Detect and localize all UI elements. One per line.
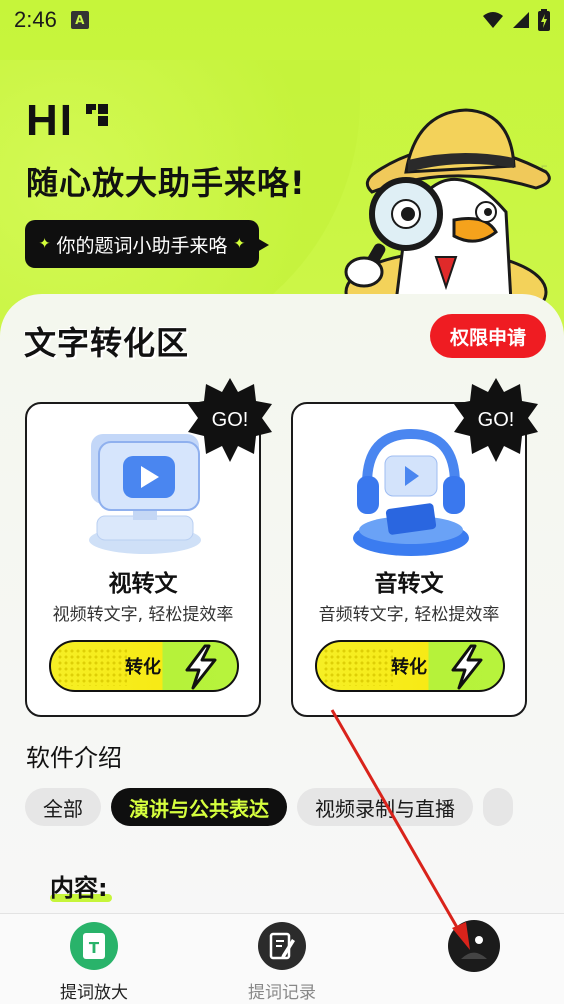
content-label: 内容: xyxy=(50,874,108,902)
tab-speech[interactable]: 演讲与公共表达 xyxy=(111,788,287,826)
nav-label: 提词放大 xyxy=(60,983,128,1003)
convert-button-label: 转化 xyxy=(125,657,161,678)
nav-teleprompter[interactable]: T 提词放大 xyxy=(24,922,164,1003)
notification-app-icon: A xyxy=(70,11,89,29)
svg-text:T: T xyxy=(89,939,100,957)
hero-speech-pill: ✦ 你的题词小助手来咯 ✦ xyxy=(25,220,269,268)
status-time: 2:46 xyxy=(14,7,57,32)
convert-button-label: 转化 xyxy=(391,657,427,678)
card-description: 视频转文字, 轻松提效率 xyxy=(52,605,234,625)
dot-pattern xyxy=(57,648,127,686)
nav-profile[interactable] xyxy=(404,920,544,980)
intro-title: 软件介绍 xyxy=(26,744,122,772)
convert-button[interactable]: 转化 xyxy=(49,640,239,692)
card-title: 音转文 xyxy=(374,571,444,597)
go-badge[interactable]: GO! xyxy=(452,376,540,464)
bottom-nav: T 提词放大 提词记录 xyxy=(0,913,564,1004)
profile-icon xyxy=(448,920,500,972)
sparkle-icon: ✦ xyxy=(38,236,51,252)
teleprompter-icon: T xyxy=(70,922,118,970)
go-badge-label: GO! xyxy=(477,408,515,431)
wifi-icon xyxy=(483,12,503,28)
card-description: 音频转文字, 轻松提效率 xyxy=(318,605,500,625)
convert-button[interactable]: 转化 xyxy=(315,640,505,692)
app-screen: 2:46 A HI 随心放大助手来咯! ✦ 你的题词小助手来咯 ✦ a0e15 xyxy=(0,0,564,1004)
pixel-mark-icon xyxy=(86,104,108,126)
notes-edit-icon xyxy=(258,922,306,970)
nav-label: 提词记录 xyxy=(248,983,316,1003)
status-icons xyxy=(482,9,550,31)
nav-records[interactable]: 提词记录 xyxy=(212,922,352,1003)
dot-pattern xyxy=(323,648,393,686)
hero-title: 随心放大助手来咯! xyxy=(26,164,306,202)
sparkle-icon: ✦ xyxy=(233,236,246,252)
lightning-icon xyxy=(451,644,483,690)
go-badge-label: GO! xyxy=(211,408,249,431)
tab-more[interactable] xyxy=(483,788,513,826)
card-title: 视转文 xyxy=(108,571,178,597)
battery-icon xyxy=(538,9,550,31)
hero-pill-text: 你的题词小助手来咯 xyxy=(56,234,228,257)
tab-all[interactable]: 全部 xyxy=(25,788,101,826)
tab-video-live[interactable]: 视频录制与直播 xyxy=(297,788,473,826)
permission-request-button[interactable]: 权限申请 xyxy=(430,314,546,358)
hero-greeting: HI xyxy=(26,96,74,145)
category-tabs: 全部 演讲与公共表达 视频录制与直播 xyxy=(25,788,513,826)
lightning-icon xyxy=(185,644,217,690)
detective-duck-mascot xyxy=(344,108,551,302)
section-title: 文字转化区 xyxy=(24,324,190,362)
signal-icon xyxy=(513,12,529,28)
go-badge[interactable]: GO! xyxy=(186,376,274,464)
status-bar: 2:46 A xyxy=(0,0,564,40)
